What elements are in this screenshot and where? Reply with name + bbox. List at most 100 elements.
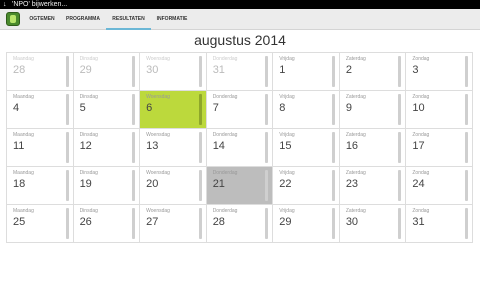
calendar-day-cell[interactable]: Zondag 24: [406, 167, 473, 205]
calendar-day-cell[interactable]: Donderdag 28: [206, 205, 274, 243]
cell-scrollbar[interactable]: [132, 208, 136, 239]
weekday-label: Dinsdag: [79, 208, 98, 214]
cell-scrollbar[interactable]: [198, 94, 202, 125]
calendar-day-cell[interactable]: Zaterdag 9: [339, 91, 407, 129]
calendar-day-cell[interactable]: Zaterdag 23: [339, 167, 407, 205]
tab-resultaten[interactable]: RESULTATEN: [106, 9, 151, 30]
weekday-label: Maandag: [13, 56, 34, 62]
weekday-label: Zaterdag: [345, 132, 366, 138]
cell-scrollbar[interactable]: [464, 170, 468, 201]
app-logo-icon[interactable]: [6, 12, 20, 26]
calendar-day-cell[interactable]: Donderdag 14: [206, 129, 274, 167]
weekday-label: Donderdag: [212, 56, 238, 62]
cell-scrollbar[interactable]: [265, 56, 269, 87]
tab-informatie[interactable]: INFORMATIE: [151, 9, 193, 30]
weekday-label: Donderdag: [212, 94, 238, 100]
day-number: 21: [212, 178, 225, 190]
tab-programma[interactable]: PROGRAMMA: [60, 9, 106, 30]
calendar-day-cell[interactable]: Maandag 4: [7, 91, 74, 129]
calendar-day-cell[interactable]: Donderdag 21: [206, 167, 274, 205]
calendar-day-cell[interactable]: Zaterdag 2: [339, 53, 407, 91]
day-number: 28: [212, 216, 225, 228]
cell-scrollbar[interactable]: [65, 56, 69, 87]
cell-scrollbar[interactable]: [398, 208, 402, 239]
day-number: 1: [279, 64, 286, 76]
calendar-day-cell[interactable]: Woensdag 6: [140, 91, 207, 129]
weekday-label: Vrijdag: [279, 56, 295, 62]
calendar-day-cell[interactable]: Zondag 17: [406, 129, 473, 167]
cell-scrollbar[interactable]: [132, 170, 136, 201]
weekday-label: Zaterdag: [345, 208, 366, 214]
cell-scrollbar[interactable]: [464, 56, 468, 87]
calendar-day-cell[interactable]: Zondag 3: [406, 53, 473, 91]
cell-scrollbar[interactable]: [198, 170, 202, 201]
cell-scrollbar[interactable]: [65, 170, 69, 201]
calendar-day-cell[interactable]: Donderdag 7: [206, 91, 274, 129]
calendar-day-cell[interactable]: Maandag 25: [7, 205, 74, 243]
cell-scrollbar[interactable]: [398, 132, 402, 163]
calendar-day-cell[interactable]: Zondag 10: [406, 91, 473, 129]
cell-scrollbar[interactable]: [265, 132, 269, 163]
action-bar: OGTEMEN PROGRAMMA RESULTATEN INFORMATIE: [0, 9, 480, 30]
day-number: 18: [13, 178, 26, 190]
weekday-label: Maandag: [13, 132, 34, 138]
cell-scrollbar[interactable]: [65, 132, 69, 163]
calendar-day-cell[interactable]: Zaterdag 30: [339, 205, 407, 243]
cell-scrollbar[interactable]: [198, 56, 202, 87]
cell-scrollbar[interactable]: [65, 208, 69, 239]
tab-ogtemen[interactable]: OGTEMEN: [24, 9, 60, 30]
calendar-day-cell[interactable]: Vrijdag 8: [273, 91, 340, 129]
weekday-label: Woensdag: [146, 208, 170, 214]
calendar-day-cell[interactable]: Woensdag 27: [140, 205, 207, 243]
cell-scrollbar[interactable]: [464, 132, 468, 163]
cell-scrollbar[interactable]: [265, 170, 269, 201]
calendar-day-cell[interactable]: Woensdag 20: [140, 167, 207, 205]
calendar-day-cell[interactable]: Woensdag 30: [140, 53, 207, 91]
cell-scrollbar[interactable]: [331, 170, 335, 201]
cell-scrollbar[interactable]: [132, 56, 136, 87]
calendar-day-cell[interactable]: Dinsdag 29: [73, 53, 141, 91]
calendar-day-cell[interactable]: Dinsdag 19: [73, 167, 141, 205]
cell-scrollbar[interactable]: [331, 94, 335, 125]
cell-scrollbar[interactable]: [464, 94, 468, 125]
cell-scrollbar[interactable]: [198, 208, 202, 239]
cell-scrollbar[interactable]: [65, 94, 69, 125]
calendar-day-cell[interactable]: Dinsdag 26: [73, 205, 141, 243]
weekday-label: Zaterdag: [345, 170, 366, 176]
day-number: 9: [345, 102, 352, 114]
cell-scrollbar[interactable]: [331, 132, 335, 163]
day-number: 12: [79, 140, 92, 152]
calendar-day-cell[interactable]: Dinsdag 12: [73, 129, 141, 167]
cell-scrollbar[interactable]: [398, 56, 402, 87]
calendar-day-cell[interactable]: Vrijdag 22: [273, 167, 340, 205]
calendar-day-cell[interactable]: Donderdag 31: [206, 53, 274, 91]
calendar-day-cell[interactable]: Maandag 11: [7, 129, 74, 167]
status-title: 'NPO' bijwerken...: [12, 1, 68, 8]
cell-scrollbar[interactable]: [398, 94, 402, 125]
calendar-day-cell[interactable]: Maandag 18: [7, 167, 74, 205]
cell-scrollbar[interactable]: [132, 132, 136, 163]
calendar-day-cell[interactable]: Vrijdag 15: [273, 129, 340, 167]
cell-scrollbar[interactable]: [398, 170, 402, 201]
weekday-label: Dinsdag: [79, 94, 98, 100]
weekday-label: Woensdag: [146, 132, 170, 138]
calendar-day-cell[interactable]: Vrijdag 1: [273, 53, 340, 91]
cell-scrollbar[interactable]: [331, 208, 335, 239]
weekday-label: Donderdag: [212, 208, 238, 214]
calendar-day-cell[interactable]: Zondag 31: [406, 205, 473, 243]
cell-scrollbar[interactable]: [132, 94, 136, 125]
calendar-day-cell[interactable]: Woensdag 13: [140, 129, 207, 167]
calendar-day-cell[interactable]: Dinsdag 5: [73, 91, 141, 129]
calendar-day-cell[interactable]: Zaterdag 16: [339, 129, 407, 167]
cell-scrollbar[interactable]: [265, 94, 269, 125]
cell-scrollbar[interactable]: [464, 208, 468, 239]
weekday-label: Vrijdag: [279, 94, 295, 100]
weekday-label: Maandag: [13, 170, 34, 176]
cell-scrollbar[interactable]: [198, 132, 202, 163]
calendar-day-cell[interactable]: Maandag 28: [7, 53, 74, 91]
calendar-day-cell[interactable]: Vrijdag 29: [273, 205, 340, 243]
cell-scrollbar[interactable]: [331, 56, 335, 87]
day-number: 29: [79, 64, 92, 76]
cell-scrollbar[interactable]: [265, 208, 269, 239]
weekday-label: Dinsdag: [79, 132, 98, 138]
